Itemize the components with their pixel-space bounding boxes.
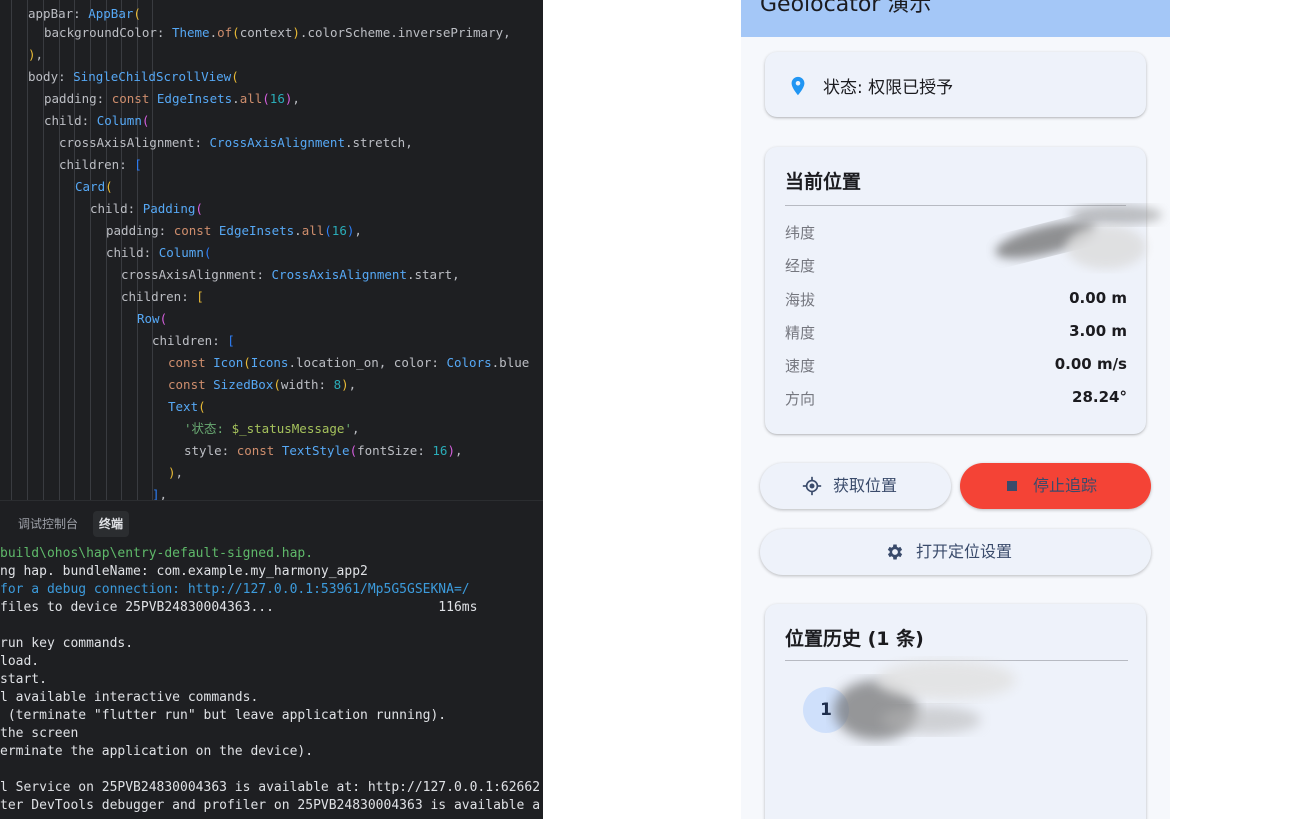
code-line: child: Column(	[106, 245, 212, 260]
terminal-line: files to device 25PVB24830004363... 116m…	[0, 600, 478, 615]
code-line: Row(	[137, 311, 168, 326]
accuracy-value: 3.00 m	[1069, 322, 1127, 340]
accuracy-label: 精度	[785, 324, 816, 342]
altitude-value: 0.00 m	[1069, 289, 1127, 307]
code-line: '状态: $_statusMessage',	[184, 421, 360, 436]
terminal-line: ng hap. bundleName: com.example.my_harmo…	[0, 564, 368, 579]
button-content: 停止追踪	[960, 463, 1151, 509]
tab-debug-console[interactable]: 调试控制台	[12, 511, 84, 537]
code-editor[interactable]: appBar: AppBar(backgroundColor: Theme.of…	[0, 0, 543, 500]
code-line: children: [	[152, 333, 235, 348]
divider	[785, 205, 1126, 206]
button-content: 打开定位设置	[760, 529, 1151, 575]
code-line: const Icon(Icons.location_on, color: Col…	[168, 355, 530, 370]
code-line: ),	[168, 465, 184, 480]
divider	[785, 660, 1128, 661]
get-position-button[interactable]: 获取位置	[760, 463, 951, 509]
terminal-line: erminate the application on the device).	[0, 744, 314, 759]
indent-guide	[11, 0, 12, 500]
phone-app-preview: Geolocator 演示 状态: 权限已授予 当前位置 纬度 经度 海拔 0.…	[741, 0, 1170, 819]
code-line: ),	[28, 47, 44, 62]
code-line: crossAxisAlignment: CrossAxisAlignment.s…	[59, 135, 413, 150]
get-position-label: 获取位置	[833, 476, 898, 495]
code-line: Text(	[168, 399, 206, 414]
code-line: const SizedBox(width: 8),	[168, 377, 357, 392]
current-location-card: 当前位置 纬度 经度 海拔 0.00 m 精度 3.00 m 速度 0.00 m…	[765, 147, 1146, 434]
code-line: ],	[152, 487, 168, 500]
location-history-card: 位置历史 (1 条) 1	[765, 604, 1146, 819]
status-message: 状态: 权限已授予	[823, 78, 954, 98]
terminal-line: start.	[0, 672, 47, 687]
location-pin-icon	[791, 76, 805, 96]
terminal-line: l available interactive commands.	[0, 690, 259, 705]
terminal-line: load.	[0, 654, 40, 669]
code-line: style: const TextStyle(fontSize: 16),	[184, 443, 463, 458]
card-title: 当前位置	[785, 171, 862, 193]
code-line: backgroundColor: Theme.of(context).color…	[44, 25, 511, 40]
terminal-line: run key commands.	[0, 636, 134, 651]
card-title: 位置历史 (1 条)	[785, 628, 924, 650]
terminal-line: ter DevTools debugger and profiler on 25…	[0, 798, 541, 813]
code-line: body: SingleChildScrollView(	[28, 69, 239, 84]
crosshair-icon	[802, 476, 822, 496]
gear-icon	[887, 544, 903, 560]
terminal-line: for a debug connection: http://127.0.0.1…	[0, 582, 470, 597]
longitude-label: 经度	[785, 257, 816, 275]
app-title: Geolocator 演示	[760, 0, 932, 17]
code-line: padding: const EdgeInsets.all(16),	[106, 223, 362, 238]
tab-terminal[interactable]: 终端	[93, 511, 130, 537]
stop-tracking-label: 停止追踪	[1033, 476, 1098, 495]
terminal-line: l Service on 25PVB24830004363 is availab…	[0, 780, 541, 795]
app-bar: Geolocator 演示	[741, 0, 1170, 37]
code-line: child: Padding(	[90, 201, 203, 216]
heading-label: 方向	[785, 390, 816, 408]
status-card: 状态: 权限已授予	[765, 52, 1146, 117]
latitude-label: 纬度	[785, 224, 816, 242]
history-item-index: 1	[803, 687, 849, 733]
heading-value: 28.24°	[1072, 388, 1127, 406]
code-line: children: [	[121, 289, 204, 304]
code-line: Card(	[75, 179, 113, 194]
stop-tracking-button[interactable]: 停止追踪	[960, 463, 1151, 509]
code-line: crossAxisAlignment: CrossAxisAlignment.s…	[121, 267, 460, 282]
open-location-settings-button[interactable]: 打开定位设置	[760, 529, 1151, 575]
code-line: child: Column(	[44, 113, 150, 128]
code-line: children: [	[59, 157, 142, 172]
code-line: padding: const EdgeInsets.all(16),	[44, 91, 300, 106]
speed-label: 速度	[785, 357, 816, 375]
speed-value: 0.00 m/s	[1054, 355, 1127, 373]
open-settings-label: 打开定位设置	[916, 542, 1013, 561]
terminal-line: build\ohos\hap\entry-default-signed.hap.	[0, 546, 314, 561]
terminal-line: (terminate "flutter run" but leave appli…	[0, 708, 447, 723]
terminal-panel[interactable]: 调试控制台 终端 build\ohos\hap\entry-default-si…	[0, 500, 543, 819]
terminal-line: the screen	[0, 726, 79, 741]
stop-icon	[1007, 481, 1017, 491]
altitude-label: 海拔	[785, 291, 816, 309]
button-content: 获取位置	[760, 463, 951, 509]
